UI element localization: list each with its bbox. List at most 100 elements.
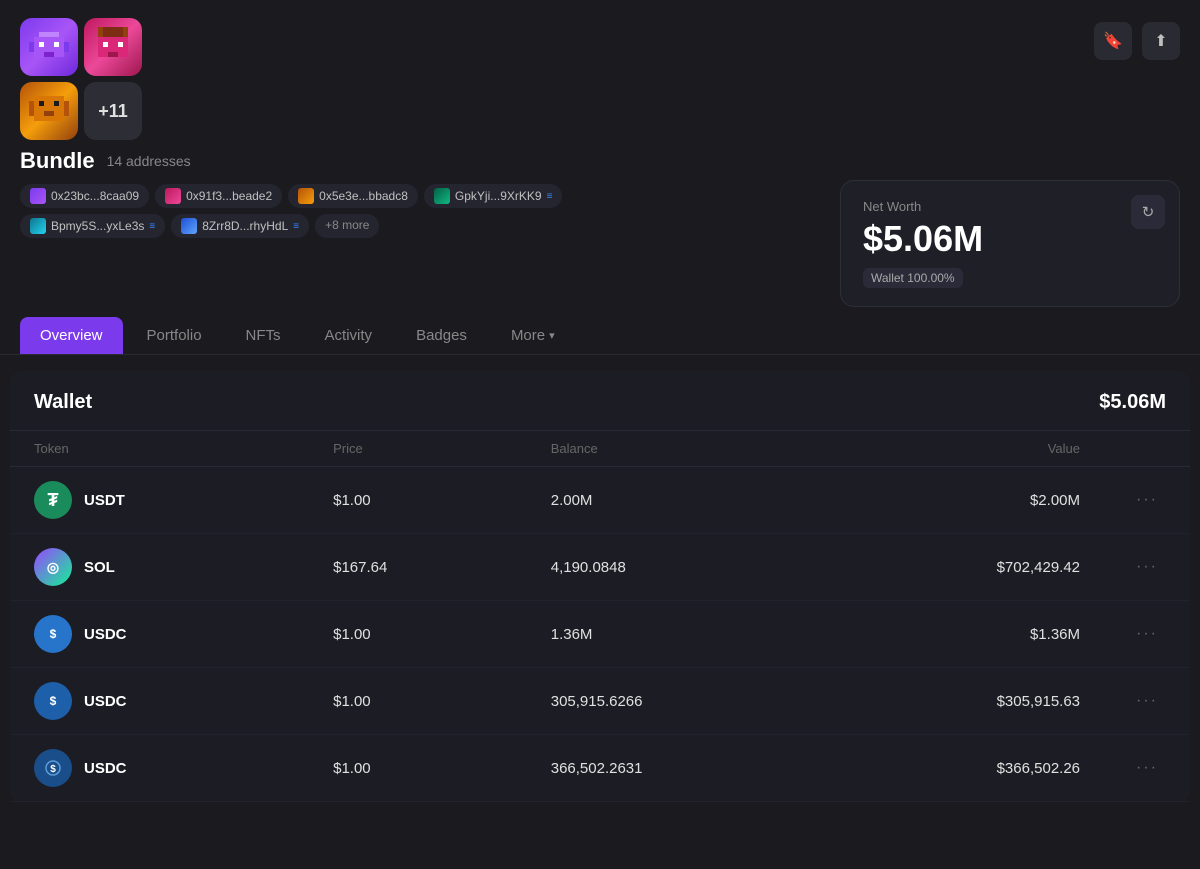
address-tag-3[interactable]: 0x5e3e...bbadc8 xyxy=(288,184,418,208)
avatar-2 xyxy=(84,18,142,76)
top-bar: +11 🔖 ⬆ xyxy=(0,0,1200,140)
token-logo-usdc2: $ xyxy=(34,682,72,720)
address-tag-4[interactable]: GpkYji...9XrKK9 ≡ xyxy=(424,184,563,208)
tag-icon-1 xyxy=(30,188,46,204)
token-value-sol: $702,429.42 xyxy=(824,534,1104,601)
token-logo-usdc1: $ xyxy=(34,615,72,653)
wallet-badge: Wallet 100.00% xyxy=(863,268,963,288)
save-icon: 🔖 xyxy=(1103,31,1123,51)
tag-label-5: Bpmy5S...yxLe3s xyxy=(51,219,144,233)
token-cell-usdc3: $ USDC xyxy=(10,735,309,802)
token-name-usdc2: USDC xyxy=(84,693,127,710)
avatar-plus: +11 xyxy=(84,82,142,140)
token-name-sol: SOL xyxy=(84,559,115,576)
table-header-row: Token Price Balance Value xyxy=(10,431,1190,467)
tab-more-label: More xyxy=(511,327,545,344)
more-addresses-tag[interactable]: +8 more xyxy=(315,214,379,238)
token-logo-usdt: ₮ xyxy=(34,481,72,519)
wallet-total-value: $5.06M xyxy=(1099,391,1166,414)
bundle-title: Bundle xyxy=(20,148,95,174)
tag-icon-5 xyxy=(30,218,46,234)
token-more-button-sol[interactable]: ··· xyxy=(1128,554,1166,580)
token-price-sol: $167.64 xyxy=(309,534,527,601)
token-cell-usdc1: $ USDC xyxy=(10,601,309,668)
token-balance-usdc1: 1.36M xyxy=(527,601,825,668)
save-button[interactable]: 🔖 xyxy=(1094,22,1132,60)
token-balance-usdt: 2.00M xyxy=(527,467,825,534)
token-name-usdc1: USDC xyxy=(84,626,127,643)
token-value-usdc2: $305,915.63 xyxy=(824,668,1104,735)
avatar-3 xyxy=(20,82,78,140)
address-tag-2[interactable]: 0x91f3...beade2 xyxy=(155,184,282,208)
refresh-button[interactable]: ↻ xyxy=(1131,195,1165,229)
tag-label-4: GpkYji...9XrKK9 xyxy=(455,189,542,203)
token-cell-usdt: ₮ USDT xyxy=(10,467,309,534)
wallet-section-header: Wallet $5.06M xyxy=(10,371,1190,430)
net-worth-label: Net Worth xyxy=(863,199,1157,214)
token-logo-sol: ◎ xyxy=(34,548,72,586)
tag-label-1: 0x23bc...8caa09 xyxy=(51,189,139,203)
share-icon: ⬆ xyxy=(1154,31,1167,51)
net-worth-value: $5.06M xyxy=(863,218,1157,260)
net-worth-card: Net Worth $5.06M Wallet 100.00% ↻ xyxy=(840,180,1180,307)
wallet-section-title: Wallet xyxy=(34,391,92,414)
tag-icon-6 xyxy=(181,218,197,234)
addresses-badge: 14 addresses xyxy=(107,153,191,169)
token-value-usdt: $2.00M xyxy=(824,467,1104,534)
token-more-button-usdt[interactable]: ··· xyxy=(1128,487,1166,513)
address-tag-5[interactable]: Bpmy5S...yxLe3s ≡ xyxy=(20,214,165,238)
tab-badges[interactable]: Badges xyxy=(396,317,487,354)
token-actions-usdt: ··· xyxy=(1104,467,1190,534)
token-more-button-usdc1[interactable]: ··· xyxy=(1128,621,1166,647)
token-logo-usdc3: $ xyxy=(34,749,72,787)
tab-overview[interactable]: Overview xyxy=(20,317,123,354)
col-balance: Balance xyxy=(527,431,825,467)
table-row: $ USDC $1.00 305,915.6266 $305,915.63 ··… xyxy=(10,668,1190,735)
token-value-usdc3: $366,502.26 xyxy=(824,735,1104,802)
token-actions-usdc3: ··· xyxy=(1104,735,1190,802)
tag-icon-3 xyxy=(298,188,314,204)
tabs-row: Overview Portfolio NFTs Activity Badges … xyxy=(0,317,1200,355)
token-cell-sol: ◎ SOL xyxy=(10,534,309,601)
address-tag-1[interactable]: 0x23bc...8caa09 xyxy=(20,184,149,208)
token-cell-usdc2: $ USDC xyxy=(10,668,309,735)
tab-nfts[interactable]: NFTs xyxy=(226,317,301,354)
svg-text:$: $ xyxy=(50,627,57,641)
table-row: ◎ SOL $167.64 4,190.0848 $702,429.42 ··· xyxy=(10,534,1190,601)
token-actions-sol: ··· xyxy=(1104,534,1190,601)
token-price-usdc2: $1.00 xyxy=(309,668,527,735)
avatar-1 xyxy=(20,18,78,76)
token-price-usdc1: $1.00 xyxy=(309,601,527,668)
equals-icon-6: ≡ xyxy=(293,221,299,232)
chevron-down-icon: ▾ xyxy=(549,329,555,342)
share-button[interactable]: ⬆ xyxy=(1142,22,1180,60)
token-name-usdt: USDT xyxy=(84,492,125,509)
token-price-usdc3: $1.00 xyxy=(309,735,527,802)
token-more-button-usdc2[interactable]: ··· xyxy=(1128,688,1166,714)
tab-portfolio[interactable]: Portfolio xyxy=(127,317,222,354)
svg-text:$: $ xyxy=(50,694,57,708)
token-balance-sol: 4,190.0848 xyxy=(527,534,825,601)
table-row: $ USDC $1.00 1.36M $1.36M ··· xyxy=(10,601,1190,668)
token-more-button-usdc3[interactable]: ··· xyxy=(1128,755,1166,781)
table-row: $ USDC $1.00 366,502.2631 $366,502.26 ··… xyxy=(10,735,1190,802)
token-price-usdt: $1.00 xyxy=(309,467,527,534)
tab-activity[interactable]: Activity xyxy=(305,317,393,354)
tag-label-2: 0x91f3...beade2 xyxy=(186,189,272,203)
bundle-header: Bundle 14 addresses xyxy=(0,140,1200,174)
col-price: Price xyxy=(309,431,527,467)
address-tags-container: 0x23bc...8caa09 0x91f3...beade2 0x5e3e..… xyxy=(20,174,820,248)
col-value: Value xyxy=(824,431,1104,467)
token-actions-usdc1: ··· xyxy=(1104,601,1190,668)
token-table: Token Price Balance Value ₮ USDT $1.00 2… xyxy=(10,430,1190,802)
table-row: ₮ USDT $1.00 2.00M $2.00M ··· xyxy=(10,467,1190,534)
tab-more[interactable]: More ▾ xyxy=(491,317,575,354)
tag-icon-4 xyxy=(434,188,450,204)
avatar-group: +11 xyxy=(20,18,180,140)
wallet-section: Wallet $5.06M Token Price Balance Value … xyxy=(10,371,1190,802)
col-actions xyxy=(1104,431,1190,467)
token-balance-usdc3: 366,502.2631 xyxy=(527,735,825,802)
col-token: Token xyxy=(10,431,309,467)
address-tag-6[interactable]: 8Zrr8D...rhyHdL ≡ xyxy=(171,214,309,238)
refresh-icon: ↻ xyxy=(1142,203,1155,221)
